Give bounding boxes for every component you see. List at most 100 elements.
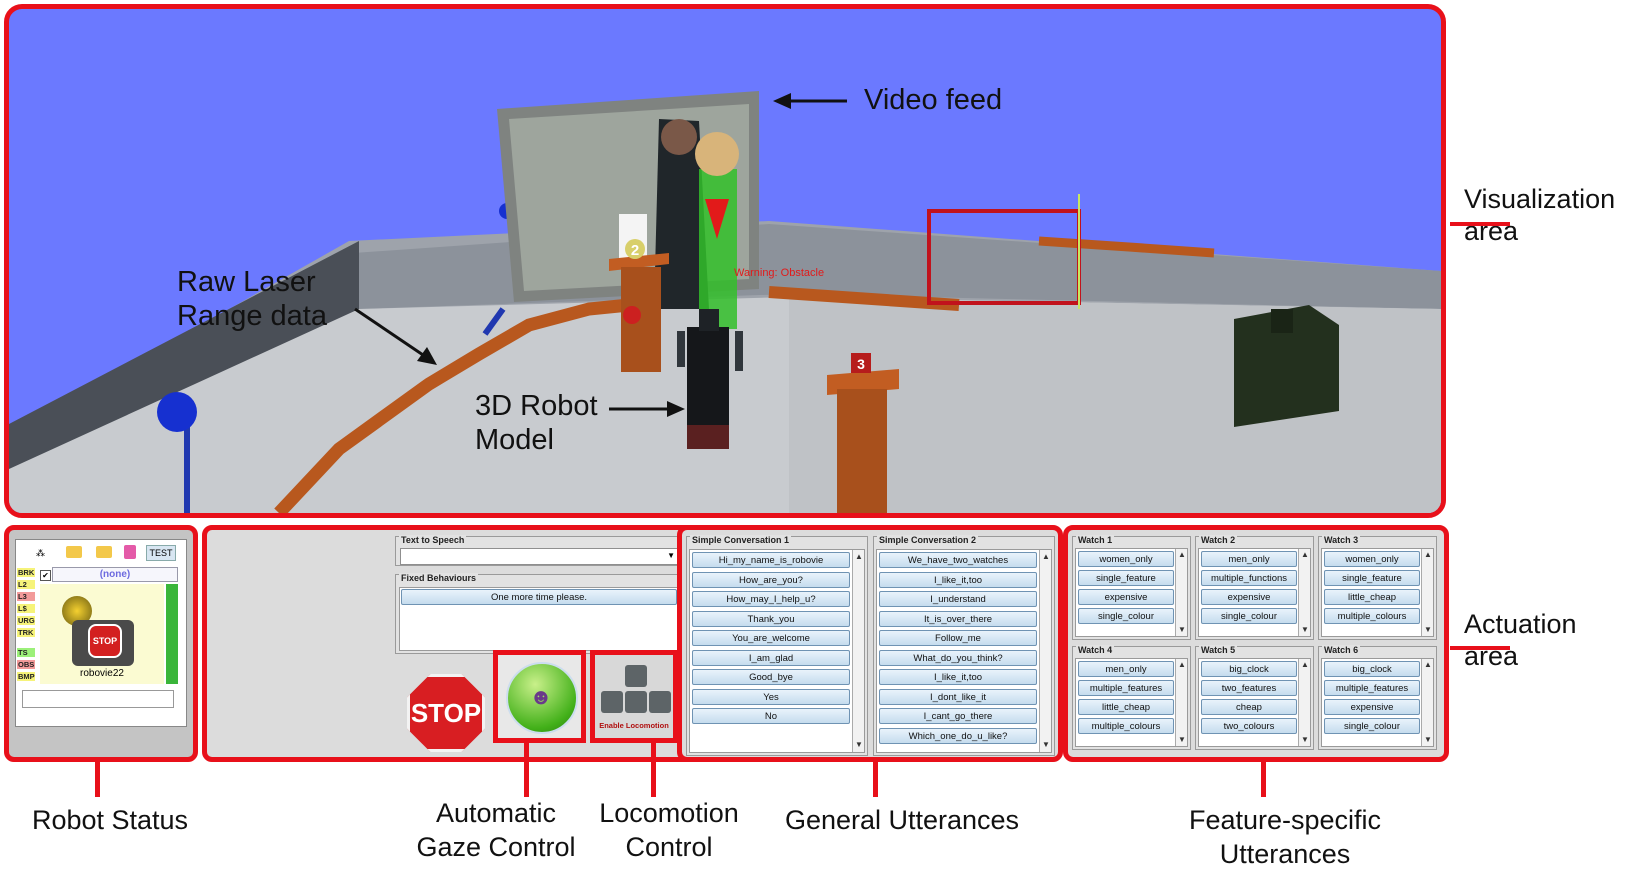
scroll-down-icon[interactable]: ▼ xyxy=(1301,736,1309,744)
scroll-down-icon[interactable]: ▼ xyxy=(1178,736,1186,744)
scroll-up-icon[interactable]: ▲ xyxy=(1178,661,1186,669)
feature-button[interactable]: expensive xyxy=(1078,589,1174,605)
test-button[interactable]: TEST xyxy=(146,545,176,561)
feature-button[interactable]: men_only xyxy=(1078,661,1174,677)
feature-button[interactable]: men_only xyxy=(1201,551,1297,567)
record-icon[interactable] xyxy=(124,545,136,559)
folder-icon[interactable] xyxy=(66,546,82,558)
visualization-area[interactable]: 2 Warning: Obstacle 3 Video feed Raw Las… xyxy=(4,4,1446,518)
utterance-button[interactable]: Which_one_do_u_like? xyxy=(879,727,1037,744)
feature-button[interactable]: little_cheap xyxy=(1324,589,1420,605)
watch-title: Watch 6 xyxy=(1322,645,1361,655)
utterance-button[interactable]: Yes xyxy=(692,688,850,705)
gaze-control-button[interactable]: ☻ xyxy=(506,662,578,734)
utterance-button[interactable]: I_am_glad xyxy=(692,649,850,666)
feature-button[interactable]: multiple_features xyxy=(1078,680,1174,696)
scrollbar[interactable]: ▲ ▼ xyxy=(1298,549,1310,636)
scroll-up-icon[interactable]: ▲ xyxy=(855,553,863,561)
scroll-up-icon[interactable]: ▲ xyxy=(1301,661,1309,669)
scrollbar[interactable]: ▲ ▼ xyxy=(1175,549,1187,636)
scrollbar[interactable]: ▲ ▼ xyxy=(1421,659,1433,746)
locomotion-control-frame: Enable Locomotion xyxy=(590,650,678,743)
status-tag: BMP xyxy=(17,672,35,681)
scroll-up-icon[interactable]: ▲ xyxy=(1424,661,1432,669)
watch-list: big_clock two_features cheap two_colours ▲ ▼ xyxy=(1198,658,1311,747)
utterance-button[interactable]: You_are_welcome xyxy=(692,630,850,646)
utterance-button[interactable]: What_do_you_think? xyxy=(879,649,1037,666)
scrollbar[interactable]: ▲ ▼ xyxy=(852,550,864,752)
feature-button[interactable]: expensive xyxy=(1201,589,1297,605)
scroll-down-icon[interactable]: ▼ xyxy=(1424,626,1432,634)
feature-button[interactable]: single_colour xyxy=(1324,718,1420,734)
watch-group-5: Watch 5 big_clock two_features cheap two_col… xyxy=(1195,645,1314,750)
watch-title: Watch 1 xyxy=(1076,535,1115,545)
watch-list: women_only single_feature little_cheapmult… xyxy=(1321,548,1434,637)
utterance-button[interactable]: Good_bye xyxy=(692,669,850,685)
feature-button[interactable]: big_clock xyxy=(1201,661,1297,677)
feature-button[interactable]: big_clock xyxy=(1324,661,1420,677)
simple-conversation-1: Simple Conversation 1 ▲ ▼ Hi_my_name_is_… xyxy=(686,535,868,756)
utterance-button[interactable]: How_are_you? xyxy=(692,571,850,588)
gaze-cone xyxy=(699,169,737,329)
feature-button[interactable]: multiple_features xyxy=(1324,680,1420,696)
utterance-button[interactable]: No xyxy=(692,708,850,724)
feature-button[interactable]: multiple_functions xyxy=(1201,570,1297,586)
feature-button[interactable]: women_only xyxy=(1324,551,1420,567)
scroll-up-icon[interactable]: ▲ xyxy=(1424,551,1432,559)
obstacle-warning: Warning: Obstacle xyxy=(734,267,824,279)
connection-icon: ⁂ xyxy=(36,548,45,558)
scroll-down-icon[interactable]: ▼ xyxy=(1301,626,1309,634)
utterance-button[interactable]: Hi_my_name_is_robovie xyxy=(692,552,850,568)
scrollbar[interactable]: ▲ ▼ xyxy=(1421,549,1433,636)
feature-button[interactable]: little_cheap xyxy=(1078,699,1174,715)
feature-button[interactable]: multiple_colours xyxy=(1078,718,1174,734)
dropdown-arrow-icon[interactable]: ▼ xyxy=(667,551,675,560)
scrollbar[interactable]: ▲ ▼ xyxy=(1039,550,1051,752)
feature-button[interactable]: single_feature xyxy=(1078,570,1174,586)
folder-open-icon[interactable] xyxy=(96,546,112,558)
utterance-button[interactable]: I_like_it,too xyxy=(879,669,1037,685)
feature-button[interactable]: two_colours xyxy=(1201,718,1297,734)
scroll-up-icon[interactable]: ▲ xyxy=(1042,553,1050,561)
fixed-behaviours-group: Fixed Behaviours One more time please. xyxy=(395,573,683,654)
utterance-button[interactable]: I_dont_like_it xyxy=(879,688,1037,705)
feature-button[interactable]: single_colour xyxy=(1078,608,1174,624)
feature-button[interactable]: women_only xyxy=(1078,551,1174,567)
tts-input[interactable]: ▼ xyxy=(400,548,678,565)
scroll-up-icon[interactable]: ▲ xyxy=(1301,551,1309,559)
status-input[interactable] xyxy=(22,690,174,708)
scrollbar[interactable]: ▲ ▼ xyxy=(1298,659,1310,746)
feature-button[interactable]: expensive xyxy=(1324,699,1420,715)
watch-group-2: Watch 2 men_only multiple_functions expensi… xyxy=(1195,535,1314,640)
feature-button[interactable]: cheap xyxy=(1201,699,1297,715)
stop-button[interactable]: STOP xyxy=(407,674,485,752)
utterance-button[interactable]: I_like_it,too xyxy=(879,571,1037,588)
3d-scene: 2 Warning: Obstacle 3 xyxy=(9,91,1441,513)
robot-model-label-line1: 3D Robot xyxy=(475,390,598,422)
locomotion-keys-icon[interactable] xyxy=(601,665,673,717)
utterance-button[interactable]: Thank_you xyxy=(692,610,850,627)
scroll-down-icon[interactable]: ▼ xyxy=(1424,736,1432,744)
utterance-button[interactable]: I_understand xyxy=(879,591,1037,607)
feature-button[interactable]: single_colour xyxy=(1201,608,1297,624)
scroll-down-icon[interactable]: ▼ xyxy=(1042,741,1050,749)
locomotion-label[interactable]: Enable Locomotion xyxy=(595,721,673,730)
fixed-behaviour-button[interactable]: One more time please. xyxy=(401,589,677,605)
utterance-button[interactable]: I_cant_go_there xyxy=(879,708,1037,724)
utterance-button[interactable]: It_is_over_there xyxy=(879,610,1037,627)
feature-button[interactable]: single_feature xyxy=(1324,570,1420,586)
utterance-button[interactable]: How_may_I_help_u? xyxy=(692,591,850,607)
robot-selection[interactable]: (none) xyxy=(52,567,178,582)
feature-button[interactable]: multiple_colours xyxy=(1324,608,1420,624)
utterance-button[interactable]: Follow_me xyxy=(879,630,1037,646)
status-tag: TS xyxy=(17,648,35,657)
scroll-up-icon[interactable]: ▲ xyxy=(1178,551,1186,559)
scroll-down-icon[interactable]: ▼ xyxy=(1178,626,1186,634)
conversation-list: ▲ ▼ Hi_my_name_is_robovie How_are_you? How… xyxy=(689,549,865,753)
feature-button[interactable]: two_features xyxy=(1201,680,1297,696)
utterance-button[interactable]: We_have_two_watches xyxy=(879,552,1037,568)
enable-checkbox[interactable]: ✔ xyxy=(40,570,51,581)
scroll-down-icon[interactable]: ▼ xyxy=(855,741,863,749)
scrollbar[interactable]: ▲ ▼ xyxy=(1175,659,1187,746)
watch-list: men_only multiple_functions expensive singl… xyxy=(1198,548,1311,637)
